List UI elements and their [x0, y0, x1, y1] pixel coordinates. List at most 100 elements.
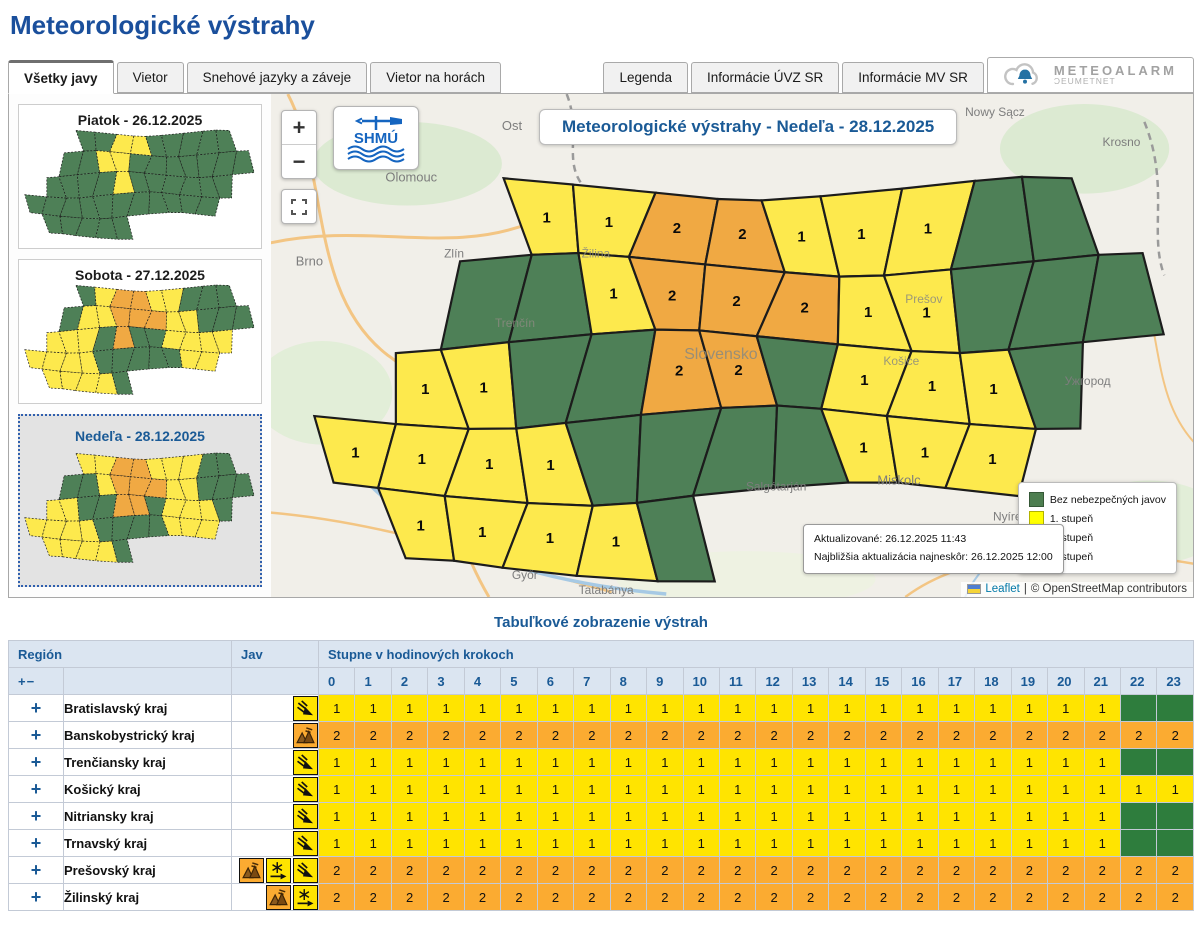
zoom-out-button[interactable]: −: [282, 145, 316, 178]
hour-warning-cell: 2: [574, 722, 610, 749]
district-warning-level: 1: [479, 379, 487, 396]
expand-row-button[interactable]: +: [9, 830, 64, 857]
attribution-separator: |: [1024, 583, 1027, 595]
hour-warning-cell: 1: [829, 776, 865, 803]
shmu-logo[interactable]: SHMÚ: [333, 106, 419, 170]
city-label-gy-r: Győr: [512, 568, 538, 582]
meteoalarm-bell-cloud-icon: [1004, 61, 1046, 89]
hour-column-header: 3: [428, 668, 464, 695]
hour-warning-cell: 1: [574, 830, 610, 857]
hour-warning-cell: 2: [355, 857, 391, 884]
hour-warning-cell: 2: [537, 884, 573, 911]
expand-row-button[interactable]: +: [9, 884, 64, 911]
hour-warning-cell: 2: [319, 722, 355, 749]
hour-warning-cell: 1: [683, 749, 719, 776]
expand-row-button[interactable]: +: [9, 857, 64, 884]
tab-v-etky-javy[interactable]: Všetky javy: [8, 60, 114, 94]
hour-warning-cell: 1: [391, 695, 427, 722]
hour-warning-cell: 1: [1048, 776, 1084, 803]
day-panel-piatok[interactable]: Piatok - 26.12.2025: [18, 104, 262, 249]
hour-warning-cell: 2: [902, 884, 938, 911]
fullscreen-button[interactable]: [281, 189, 317, 224]
hour-column-header: 8: [610, 668, 646, 695]
leaflet-link[interactable]: Leaflet: [985, 583, 1020, 595]
expand-row-button[interactable]: +: [9, 803, 64, 830]
hour-warning-cell: 1: [391, 830, 427, 857]
hour-warning-cell: 2: [428, 884, 464, 911]
district-warning-level: 1: [485, 456, 493, 473]
hour-warning-cell: 2: [428, 857, 464, 884]
hour-warning-cell: 1: [574, 749, 610, 776]
hour-warning-cell: 1: [829, 749, 865, 776]
hour-warning-cell: 1: [975, 803, 1011, 830]
tab-vietor[interactable]: Vietor: [117, 62, 184, 93]
expand-row-button[interactable]: +: [9, 776, 64, 803]
meteoalarm-wordmark: METEOALARM ƆEUMETNET: [1054, 64, 1177, 87]
hour-warning-cell: 2: [574, 884, 610, 911]
main-map[interactable]: 1122111122211112211111111111111 OstOlomo…: [271, 94, 1193, 597]
tab-snehov-jazyky-a-z-veje[interactable]: Snehové jazyky a záveje: [187, 62, 368, 93]
district-warning-level: 2: [801, 299, 809, 316]
day-panel-nede-a[interactable]: Nedeľa - 28.12.2025: [18, 414, 262, 587]
expand-collapse-all-button[interactable]: +−: [9, 668, 64, 695]
wind-warning-icon: [293, 804, 318, 829]
button-inform-cie-mv-sr[interactable]: Informácie MV SR: [842, 62, 984, 93]
hour-warning-cell: [1120, 803, 1156, 830]
button-inform-cie-vz-sr[interactable]: Informácie ÚVZ SR: [691, 62, 839, 93]
city-label-ko-ice: Košice: [883, 354, 919, 368]
table-row: +Žilinský kraj222222222222222222222222: [9, 884, 1194, 911]
hour-warning-cell: 1: [902, 776, 938, 803]
hour-warning-cell: 1: [428, 695, 464, 722]
district-polygon: [216, 130, 237, 153]
button-legenda[interactable]: Legenda: [603, 62, 688, 93]
city-label-ost: Ost: [502, 118, 523, 133]
page-title: Meteorologické výstrahy: [0, 0, 1202, 57]
mountain-wind-warning-icon: [239, 858, 264, 883]
wind-warning-icon: [293, 777, 318, 802]
expand-row-button[interactable]: +: [9, 722, 64, 749]
hour-column-header: 19: [1011, 668, 1047, 695]
hour-warning-cell: 2: [537, 857, 573, 884]
district-polygon: [216, 453, 237, 476]
region-name: Trnavský kraj: [64, 830, 232, 857]
osm-contributors-link[interactable]: © OpenStreetMap contributors: [1031, 583, 1187, 595]
empty-header-cell: [64, 668, 232, 695]
expand-row-button[interactable]: +: [9, 749, 64, 776]
hour-warning-cell: 2: [792, 857, 828, 884]
hour-warning-cell: 1: [938, 695, 974, 722]
hour-warning-cell: 1: [574, 776, 610, 803]
expand-row-button[interactable]: +: [9, 695, 64, 722]
district-polygon: [76, 453, 96, 474]
hour-column-header: 11: [719, 668, 755, 695]
hour-warning-cell: 2: [719, 857, 755, 884]
hour-warning-cell: 1: [647, 749, 683, 776]
city-label-pre-ov: Prešov: [905, 292, 942, 306]
day-panel-sobota[interactable]: Sobota - 27.12.2025: [18, 259, 262, 404]
hour-column-header: 0: [319, 668, 355, 695]
snow-drift-warning-icon: [266, 858, 291, 883]
warning-table-body: +Bratislavský kraj1111111111111111111111…: [9, 695, 1194, 911]
column-header-region: Región: [9, 641, 232, 668]
hour-warning-cell: 1: [647, 830, 683, 857]
hour-warning-cell: 1: [683, 803, 719, 830]
hour-warning-cell: 2: [1048, 884, 1084, 911]
hour-warning-cell: 1: [792, 695, 828, 722]
hour-warning-cell: 1: [319, 695, 355, 722]
phenomena-tabs: Všetky javyVietorSnehové jazyky a záveje…: [8, 60, 504, 93]
hour-warning-cell: 2: [1157, 857, 1194, 884]
hour-warning-cell: 2: [1084, 857, 1120, 884]
tab-vietor-na-hor-ch[interactable]: Vietor na horách: [370, 62, 501, 93]
district-warning-level: 1: [612, 533, 620, 550]
day-panel-title: Nedeľa - 28.12.2025: [20, 428, 260, 444]
warnings-content-panel: Piatok - 26.12.2025Sobota - 27.12.2025 Ne…: [8, 93, 1194, 598]
region-phenomena: [232, 884, 319, 911]
zoom-in-button[interactable]: +: [282, 111, 316, 145]
hour-warning-cell: 1: [647, 803, 683, 830]
hour-warning-cell: 1: [355, 830, 391, 857]
district-warning-level: 1: [421, 381, 429, 398]
district-polygon: [42, 537, 63, 557]
hour-warning-cell: 2: [938, 857, 974, 884]
hour-warning-cell: 2: [391, 722, 427, 749]
table-row: +Trenčiansky kraj1111111111111111111111: [9, 749, 1194, 776]
meteoalarm-link[interactable]: METEOALARM ƆEUMETNET: [987, 57, 1194, 93]
